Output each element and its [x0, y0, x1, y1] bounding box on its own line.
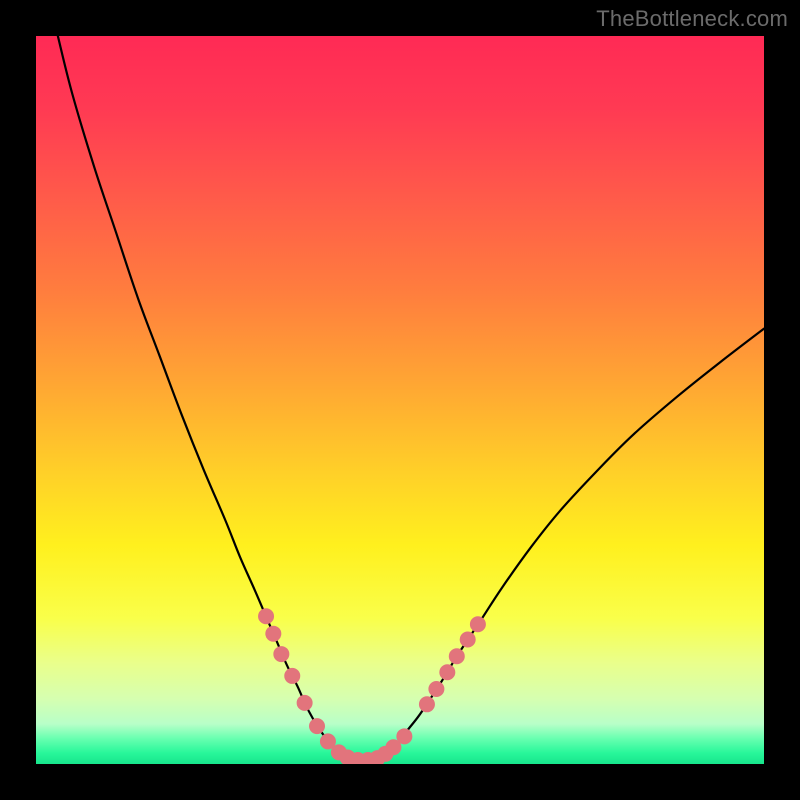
bottleneck-chart — [36, 36, 764, 764]
dot — [274, 647, 289, 662]
dot — [297, 695, 312, 710]
dot — [429, 682, 444, 697]
dot — [449, 649, 464, 664]
chart-background — [36, 36, 764, 764]
dot — [320, 734, 335, 749]
dot — [386, 740, 401, 755]
dot — [310, 719, 325, 734]
dot — [397, 729, 412, 744]
dot — [266, 626, 281, 641]
dot — [470, 617, 485, 632]
watermark-text: TheBottleneck.com — [596, 6, 788, 32]
dot — [285, 668, 300, 683]
dot — [419, 697, 434, 712]
stage: TheBottleneck.com — [0, 0, 800, 800]
dot — [440, 665, 455, 680]
dot — [259, 609, 274, 624]
dot — [460, 632, 475, 647]
